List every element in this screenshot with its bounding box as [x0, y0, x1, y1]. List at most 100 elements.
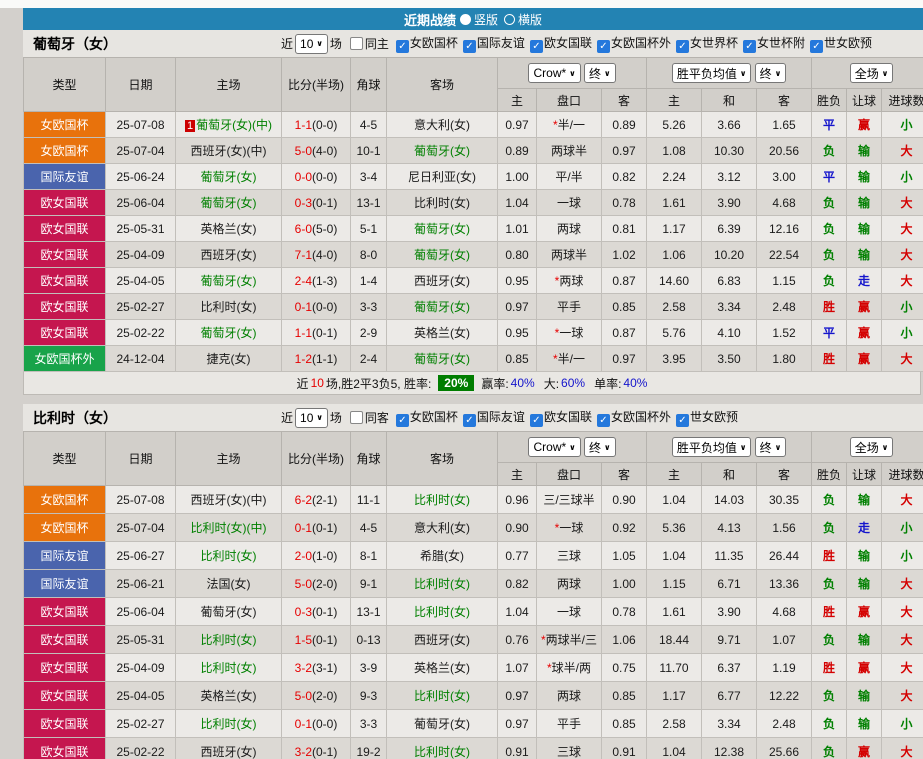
result-cell: 胜	[811, 541, 848, 570]
checkbox-checked-icon: ✓	[529, 40, 543, 53]
home-team: 捷克(女)	[175, 345, 282, 372]
odds-home: 0.82	[497, 569, 537, 598]
handicap-result-cell: 输	[846, 569, 883, 598]
handicap-result-cell: 输	[846, 241, 883, 268]
filter-checkbox[interactable]: ✓ 欧女国联	[529, 410, 592, 427]
col-mean-home: 主	[646, 88, 702, 112]
match-row: 欧女国联 25-06-04 葡萄牙(女) 0-3(0-1) 13-1 比利时(女) 1.04…	[23, 597, 923, 626]
corner-score: 13-1	[350, 597, 387, 626]
vertical-layout-label[interactable]: 竖版	[474, 11, 498, 28]
away-team: 比利时(女)	[386, 485, 498, 514]
odds-home: 0.97	[497, 709, 537, 738]
handicap: 一球	[536, 189, 602, 216]
handicap: 一球	[536, 597, 602, 626]
handicap: 平手	[536, 293, 602, 320]
match-date: 25-05-31	[105, 215, 176, 242]
early-odds-star: *	[540, 633, 546, 647]
bookmaker-select[interactable]: Crow* ∨	[528, 437, 581, 457]
match-score: 3-2(3-1)	[281, 653, 351, 682]
fulltime-score: 0-1	[294, 299, 312, 314]
filter-checkbox[interactable]: ✓ 国际友谊	[462, 410, 525, 427]
filter-checkbox[interactable]: ✓ 世女欧预	[675, 410, 738, 427]
mean-stage-select[interactable]: 终 ∨	[754, 437, 787, 457]
halftime-score: (0-0)	[312, 117, 338, 132]
checkbox-checked-icon: ✓	[675, 40, 689, 53]
same-venue-checkbox[interactable]	[349, 411, 363, 424]
filter-checkbox[interactable]: ✓ 女世界杯	[675, 36, 738, 53]
away-team: 希腊(女)	[386, 541, 498, 570]
corner-score: 9-1	[350, 569, 387, 598]
filter-checkbox[interactable]: ✓ 女欧国杯	[395, 410, 458, 427]
odds-home: 0.80	[497, 241, 537, 268]
filter-checkbox[interactable]: ✓ 女欧国杯外	[596, 410, 671, 427]
mean-stage-select[interactable]: 终 ∨	[754, 63, 787, 83]
vertical-layout-radio[interactable]	[459, 13, 471, 25]
goals-cell: 大	[881, 241, 923, 268]
corner-score: 9-3	[350, 681, 387, 710]
chevron-down-icon: ∨	[774, 442, 782, 452]
odds-stage-select[interactable]: 终 ∨	[584, 63, 616, 83]
filter-checkbox[interactable]: ✓ 欧女国联	[529, 36, 592, 53]
chevron-down-icon: ∨	[739, 442, 747, 452]
corner-score: 4-5	[350, 111, 387, 138]
match-row: 欧女国联 25-05-31 比利时(女) 1-5(0-1) 0-13 西班牙(女) 0.76…	[23, 625, 923, 654]
mean-home: 1.17	[646, 681, 702, 710]
checkbox-checked-icon: ✓	[462, 40, 476, 53]
goals-cell: 大	[881, 681, 923, 710]
goals-cell: 大	[881, 485, 923, 514]
mean-home: 1.61	[646, 597, 702, 626]
filter-checkbox[interactable]: ✓ 女欧国杯外	[596, 36, 671, 53]
match-score: 1-1(0-1)	[281, 319, 351, 346]
odds-away: 0.85	[601, 709, 647, 738]
filter-checkbox-label: 女欧国杯	[409, 36, 458, 50]
fulltime-score: 3-2	[294, 660, 312, 675]
same-venue-checkbox[interactable]	[349, 37, 363, 50]
match-date: 25-07-04	[105, 137, 176, 164]
mean-group-header: 胜平负均值 ∨ 终 ∨	[645, 431, 813, 463]
recent-games-select[interactable]: 10 ∨	[295, 33, 328, 54]
filter-checkbox-label: 女世杯附	[756, 36, 805, 50]
filter-checkbox[interactable]: ✓ 国际友谊	[462, 36, 525, 53]
filter-checkbox[interactable]: ✓ 女世杯附	[742, 36, 805, 53]
mean-home: 2.58	[646, 709, 702, 738]
odds-away: 1.06	[601, 625, 647, 654]
horizontal-layout-radio[interactable]	[504, 13, 515, 25]
type-badge: 女欧国杯	[23, 137, 106, 164]
mean-odds-select[interactable]: 胜平负均值 ∨	[671, 437, 752, 457]
match-date: 25-05-31	[105, 625, 176, 654]
handicap-result-cell: 赢	[846, 737, 883, 759]
result-cell: 胜	[811, 597, 848, 626]
scope-select[interactable]: 全场 ∨	[849, 437, 894, 457]
halftime-score: (2-0)	[312, 688, 338, 703]
away-team: 比利时(女)	[386, 737, 498, 759]
horizontal-layout-label[interactable]: 横版	[518, 11, 542, 28]
recent-games-select[interactable]: 10 ∨	[295, 407, 328, 428]
match-date: 25-07-04	[105, 513, 176, 542]
home-team: 葡萄牙(女)	[175, 163, 282, 190]
col-handicap-result: 让球	[846, 462, 883, 486]
filter-checkbox[interactable]: ✓ 世女欧预	[810, 36, 872, 53]
match-score: 5-0(2-0)	[281, 681, 351, 710]
checkbox-checked-icon: ✓	[395, 40, 409, 53]
fulltime-score: 5-0	[294, 143, 312, 158]
mean-away: 2.48	[755, 293, 813, 320]
mean-odds-select[interactable]: 胜平负均值 ∨	[671, 63, 752, 83]
mean-home: 11.70	[646, 653, 702, 682]
mean-away: 22.54	[755, 241, 813, 268]
mean-away: 26.44	[755, 541, 813, 570]
results-table: 类型 日期 主场 比分(半场) 角球 客场 Crow* ∨ 终 ∨ 胜平负均值 ∨ 终…	[23, 57, 923, 372]
odds-stage-select[interactable]: 终 ∨	[584, 437, 616, 457]
type-badge: 欧女国联	[23, 319, 106, 346]
handicap: *球半/两	[536, 653, 602, 682]
bookmaker-select[interactable]: Crow* ∨	[528, 63, 581, 83]
mean-away: 4.68	[755, 189, 813, 216]
mean-away: 12.22	[755, 681, 813, 710]
col-type: 类型	[23, 431, 106, 486]
match-row: 欧女国联 25-02-22 葡萄牙(女) 1-1(0-1) 2-9 英格兰(女) 0.95 *…	[23, 319, 923, 346]
team-section-belgium: 比利时（女） 近 10 ∨ 场 同客 ✓ 女欧国杯 ✓ 国际友谊 ✓ 欧女国联 ✓ 女欧国杯外 ✓…	[23, 404, 923, 759]
odds-away: 0.78	[601, 597, 647, 626]
filter-checkbox[interactable]: ✓ 女欧国杯	[395, 36, 458, 53]
handicap: *半/一	[536, 111, 602, 138]
type-badge: 欧女国联	[23, 625, 106, 654]
scope-select[interactable]: 全场 ∨	[849, 63, 894, 83]
